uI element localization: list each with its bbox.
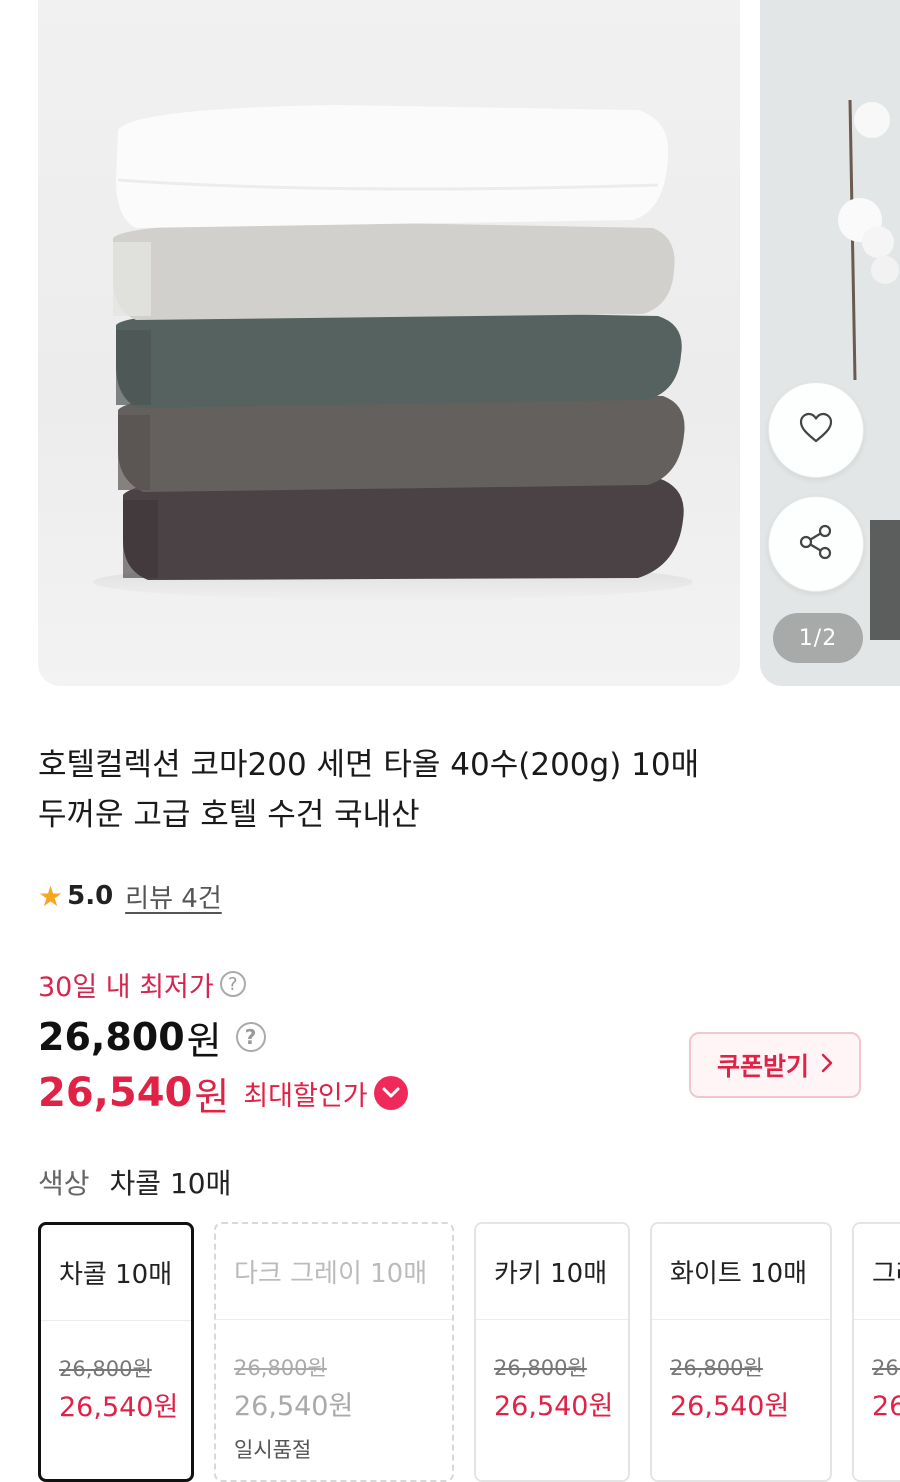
sale-price-unit: 원	[194, 1074, 230, 1119]
chevron-down-icon[interactable]	[373, 1076, 408, 1110]
chevron-right-icon	[821, 1050, 833, 1080]
original-price: 26,800 원 ?	[38, 1012, 266, 1063]
option-card-white[interactable]: 화이트 10매 26,800원 26,540원	[650, 1222, 832, 1482]
option-price: 26,540원	[234, 1391, 354, 1422]
star-icon: ★	[38, 879, 64, 913]
sale-price-amount: 26,540	[38, 1070, 193, 1116]
help-icon[interactable]: ?	[235, 1022, 266, 1052]
option-original-price: 26,800원	[872, 1356, 900, 1380]
review-count-link[interactable]: 리뷰 4건	[125, 878, 222, 915]
help-icon[interactable]: ?	[219, 971, 246, 997]
image-page-indicator: 1/2	[773, 613, 863, 663]
product-title-line-2: 두꺼운 고급 호텔 수건 국내산	[38, 797, 420, 833]
sale-price: 26,540 원 최대할인가	[38, 1066, 408, 1120]
rating-score: 5.0	[67, 881, 114, 911]
option-price: 26,540원	[59, 1392, 179, 1423]
option-card-dark-gray[interactable]: 다크 그레이 10매 26,800원 26,540원 일시품절	[214, 1222, 454, 1482]
lowest-price-text: 30일 내 최저가	[38, 971, 214, 1003]
original-price-unit: 원	[186, 1018, 222, 1063]
option-card-khaki[interactable]: 카키 10매 26,800원 26,540원	[474, 1222, 630, 1482]
share-icon	[797, 523, 835, 565]
option-original-price: 26,800원	[494, 1356, 587, 1380]
option-price: 26,540원	[494, 1391, 614, 1422]
option-name: 그레이 10매	[854, 1224, 900, 1320]
option-name: 차콜 10매	[41, 1225, 191, 1321]
color-selection-row: 색상 차콜 10매	[38, 1160, 231, 1204]
option-price: 26,540원	[670, 1391, 790, 1422]
coupon-button-label: 쿠폰받기	[716, 1052, 809, 1081]
coupon-button[interactable]: 쿠폰받기	[689, 1032, 861, 1098]
like-button[interactable]	[768, 382, 864, 478]
product-title: 호텔컬렉션 코마200 세면 타올 40수(200g) 10매 두꺼운 고급 호…	[38, 740, 858, 840]
color-label: 색상	[38, 1167, 90, 1200]
lowest-price-label: 30일 내 최저가 ?	[38, 964, 246, 1004]
sold-out-label: 일시품절	[234, 1438, 312, 1462]
option-name: 카키 10매	[476, 1224, 628, 1320]
option-original-price: 26,800원	[59, 1357, 152, 1381]
option-original-price: 26,800원	[670, 1356, 763, 1380]
option-original-price: 26,800원	[234, 1356, 327, 1380]
product-image-carousel[interactable]: 1/2	[0, 0, 900, 700]
share-button[interactable]	[768, 496, 864, 592]
option-card-charcoal[interactable]: 차콜 10매 26,800원 26,540원	[38, 1222, 194, 1482]
option-name: 화이트 10매	[652, 1224, 830, 1320]
option-name: 다크 그레이 10매	[216, 1224, 452, 1320]
towel-stack-image[interactable]	[38, 0, 740, 686]
max-discount-label: 최대할인가	[243, 1080, 368, 1112]
heart-icon	[798, 412, 834, 448]
option-price: 26,540원	[872, 1391, 900, 1422]
selected-color-value: 차콜 10매	[109, 1167, 232, 1200]
product-title-line-1: 호텔컬렉션 코마200 세면 타올 40수(200g) 10매	[38, 747, 700, 783]
rating-row: ★ 5.0 리뷰 4건	[38, 876, 222, 916]
original-price-amount: 26,800	[38, 1015, 185, 1059]
option-card-gray[interactable]: 그레이 10매 26,800원 26,540원	[852, 1222, 900, 1482]
